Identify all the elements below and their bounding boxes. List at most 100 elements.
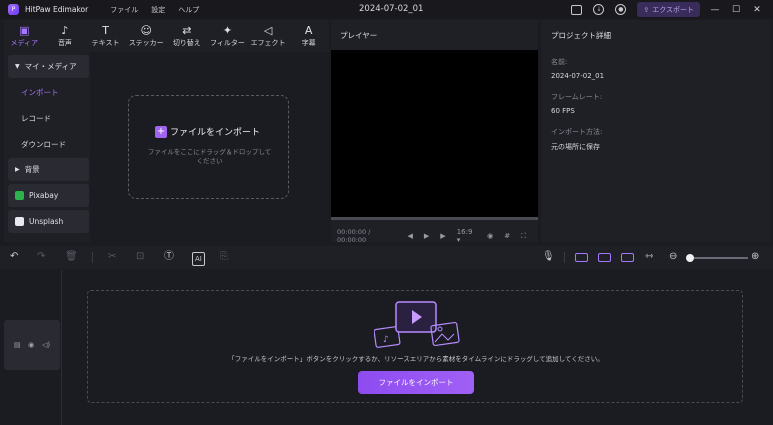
menu-file[interactable]: ファイル	[110, 5, 138, 15]
details-title: プロジェクト詳細	[551, 31, 611, 40]
playback-progress[interactable]	[331, 217, 538, 220]
account-icon[interactable]: ●	[615, 4, 627, 15]
tab-transition-label: 切り替え	[172, 38, 201, 47]
sidebar-item-label: 背景	[24, 165, 40, 174]
snapshot-icon[interactable]: ◉	[487, 232, 493, 240]
zoom-out-icon[interactable]: ⊖	[669, 251, 677, 263]
undo-icon[interactable]: ↶	[10, 251, 18, 263]
tab-sticker[interactable]: ☺ ステッカー	[126, 20, 167, 52]
pixabay-icon	[15, 191, 24, 200]
sidebar-item-my-media[interactable]: ▼ マイ・メディア	[8, 55, 89, 78]
tab-audio-label: 音声	[57, 38, 72, 47]
ripple-icon[interactable]	[621, 253, 634, 262]
grid-icon[interactable]: #	[504, 232, 510, 240]
lock-icon[interactable]: ▤	[14, 341, 21, 349]
sidebar-item-import[interactable]: インポート	[21, 87, 59, 98]
zoom-slider-handle[interactable]	[686, 254, 694, 262]
previous-frame-icon[interactable]: ◀	[408, 232, 413, 240]
snap-icon[interactable]	[598, 253, 611, 262]
project-details-panel: プロジェクト詳細 名前: 2024-07-02_01 フレームレート: 60 F…	[541, 20, 770, 242]
media-toolbar: ▣ メディア ♪ 音声 T テキスト ☺ ステッカー ⇄ 切り替え ✦ フィルタ…	[4, 20, 329, 52]
media-dropzone[interactable]: + ファイルをインポート ファイルをここにドラッグ＆ドロップしてください	[128, 95, 289, 199]
tab-audio[interactable]: ♪ 音声	[45, 20, 86, 52]
tab-media[interactable]: ▣ メディア	[4, 20, 45, 52]
player-title: プレイヤー	[340, 31, 378, 40]
text-icon: T	[102, 23, 109, 37]
minimize-icon[interactable]: —	[710, 5, 720, 15]
redo-icon[interactable]: ↷	[37, 251, 45, 263]
download-icon[interactable]: ↓	[593, 4, 605, 15]
timecode: 00:00:00 / 00:00:00	[337, 228, 371, 244]
titlebar-controls: ↓ ● ⇪ エクスポート — ☐ ✕	[571, 0, 773, 19]
tab-media-label: メディア	[10, 38, 39, 47]
cut-icon[interactable]: ✂	[108, 251, 116, 263]
filter-icon: ✦	[222, 23, 233, 37]
player-controls: 00:00:00 / 00:00:00 ◀ ▶ ▶ 16:9 ▾ ◉ # ⛶	[337, 228, 537, 244]
next-frame-icon[interactable]: ▶	[440, 232, 445, 240]
import-file-button[interactable]: + ファイルをインポート	[155, 125, 260, 138]
name-label: 名前:	[551, 58, 568, 66]
tab-text-label: テキスト	[91, 38, 120, 47]
chevron-right-icon: ▶	[15, 166, 20, 173]
link-clips-icon[interactable]	[575, 253, 588, 262]
export-icon: ⇪	[643, 5, 650, 14]
crop-icon[interactable]: ⊡	[136, 251, 144, 263]
track-header: ▤ ◉ ◁)	[4, 320, 60, 370]
import-method-value: 元の場所に保存	[551, 143, 600, 151]
sticker-icon: ☺	[140, 23, 152, 37]
text-tool-icon[interactable]: Ⓣ	[164, 251, 174, 263]
music-icon: ♪	[61, 23, 69, 37]
microphone-icon[interactable]: 🎙	[542, 251, 555, 263]
maximize-icon[interactable]: ☐	[731, 5, 741, 15]
export-clip-icon[interactable]: ⎘	[220, 251, 228, 263]
tab-text[interactable]: T テキスト	[85, 20, 126, 52]
menu-help[interactable]: ヘルプ	[178, 5, 199, 15]
media-illustration-icon: ♪	[374, 301, 460, 348]
menu-settings[interactable]: 設定	[151, 5, 165, 15]
fullscreen-icon[interactable]: ⛶	[521, 232, 526, 241]
timeline-toolbar: ↶ ↷ 🗑 ✂ ⊡ Ⓣ AI ⎘ 🎙 ⇿ ⊖ ⊕	[0, 246, 773, 269]
sidebar-item-label: マイ・メディア	[24, 62, 77, 71]
total-time: 00:00:00	[337, 236, 367, 244]
tab-subtitle-label: 字幕	[301, 38, 316, 47]
play-icon[interactable]: ▶	[424, 232, 429, 240]
effect-icon: ◁	[263, 23, 273, 37]
sidebar-item-pixabay[interactable]: Pixabay	[8, 184, 89, 207]
zoom-in-icon[interactable]: ⊕	[751, 251, 759, 263]
mute-icon[interactable]: ◁)	[42, 341, 50, 349]
tab-effect-label: エフェクト	[250, 38, 286, 47]
fit-timeline-icon[interactable]: ⇿	[645, 251, 653, 263]
media-sidebar: ▼ マイ・メディア インポート レコード ダウンロード ▶ 背景 Pixabay…	[4, 52, 90, 242]
tab-transition[interactable]: ⇄ 切り替え	[167, 20, 208, 52]
tab-filter[interactable]: ✦ フィルター	[207, 20, 248, 52]
zoom-slider[interactable]	[690, 257, 748, 259]
visibility-icon[interactable]: ◉	[28, 341, 34, 349]
app-name: HitPaw Edimakor	[25, 5, 89, 14]
export-label: エクスポート	[652, 5, 694, 14]
import-file-label: ファイルをインポート	[170, 128, 261, 138]
feedback-icon[interactable]	[571, 4, 583, 15]
title-bar: P HitPaw Edimakor ファイル 設定 ヘルプ 2024-07-02…	[0, 0, 773, 19]
dropzone-hint: ファイルをここにドラッグ＆ドロップしてください	[147, 148, 272, 165]
sidebar-item-unsplash[interactable]: Unsplash	[8, 210, 89, 233]
sidebar-item-download[interactable]: ダウンロード	[21, 139, 66, 150]
delete-icon[interactable]: 🗑	[65, 251, 78, 263]
ai-icon[interactable]: AI	[192, 252, 205, 266]
timeline-import-button[interactable]: ファイルをインポート	[358, 371, 474, 394]
tab-effect[interactable]: ◁ エフェクト	[248, 20, 289, 52]
sidebar-item-record[interactable]: レコード	[21, 113, 51, 124]
current-time: 00:00:00	[337, 228, 367, 236]
tab-subtitle[interactable]: A 字幕	[288, 20, 329, 52]
aspect-ratio-select[interactable]: 16:9 ▾	[457, 228, 476, 244]
svg-text:♪: ♪	[383, 335, 389, 345]
close-icon[interactable]: ✕	[752, 5, 762, 15]
framerate-label: フレームレート:	[551, 93, 603, 101]
media-icon: ▣	[19, 23, 30, 37]
player-panel: プレイヤー 00:00:00 / 00:00:00 ◀ ▶ ▶ 16:9 ▾ ◉…	[331, 20, 538, 244]
timeline-dropzone[interactable]: ♪ 「ファイルをインポート」ボタンをクリックするか、リソースエリアから素材をタイ…	[87, 290, 743, 403]
export-button[interactable]: ⇪ エクスポート	[637, 2, 700, 17]
tab-filter-label: フィルター	[210, 38, 245, 47]
sidebar-item-background[interactable]: ▶ 背景	[8, 158, 89, 181]
timeline-hint: 「ファイルをインポート」ボタンをクリックするか、リソースエリアから素材をタイムラ…	[228, 355, 604, 363]
track-divider	[61, 270, 62, 425]
